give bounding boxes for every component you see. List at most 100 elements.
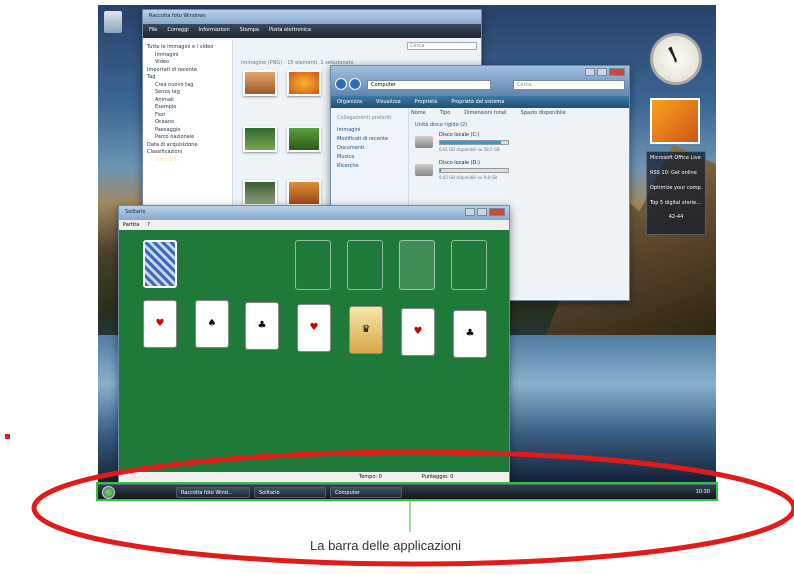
nav-item[interactable]: Immagini (147, 52, 228, 60)
tableau-card-clubs[interactable]: ♣ (453, 310, 487, 358)
organize-menu[interactable]: Organizza (337, 99, 362, 105)
taskbar-button-solitaire[interactable]: Solitario (254, 487, 326, 498)
solitaire-menubar: Partita ? (119, 220, 509, 230)
solitaire-caption-buttons (465, 208, 505, 216)
solitaire-statusbar: Tempo: 0 Punteggio: 0 (119, 472, 509, 482)
back-button[interactable] (335, 78, 347, 90)
feed-item[interactable]: Top 5 digital storie... (650, 200, 702, 206)
photo-thumbnail[interactable] (243, 70, 277, 96)
feed-item[interactable]: Microsoft Office Live (650, 155, 702, 161)
drive-item[interactable]: Disco locale (C:) 6,01 GB disponibili su… (415, 132, 535, 156)
foundation-slot[interactable] (347, 240, 383, 290)
recycle-bin-icon[interactable] (104, 11, 122, 33)
column-header[interactable]: Dimensioni totali (464, 110, 506, 116)
gallery-menu-info[interactable]: Informazioni (199, 27, 230, 35)
nav-item[interactable]: Paesaggio (147, 127, 228, 135)
solitaire-window[interactable]: Solitario Partita ? ♥ ♠ ♣ ♥ ♛ ♥ ♣ Tempo:… (118, 205, 510, 483)
photo-thumbnail[interactable] (243, 126, 277, 152)
photo-thumbnail[interactable] (287, 126, 321, 152)
drive-usage-fill (440, 169, 442, 172)
nav-item[interactable]: Tag (147, 74, 228, 82)
minimize-button[interactable] (465, 208, 475, 216)
view-menu[interactable]: Visualizza (376, 99, 401, 105)
explorer-addressbar: Computer Cerca (331, 66, 629, 96)
drive-group-header[interactable]: Unità disco rigido (2) (415, 122, 467, 128)
drive-usage-bar (439, 168, 509, 173)
photo-thumbnail[interactable] (287, 70, 321, 96)
nav-item[interactable]: Oceano (147, 119, 228, 127)
system-properties-button[interactable]: Proprietà del sistema (451, 99, 504, 105)
help-menu[interactable]: ? (147, 222, 150, 228)
maximize-button[interactable] (597, 68, 607, 76)
photo-thumbnail[interactable] (287, 180, 321, 206)
nav-item[interactable]: Esempio (147, 104, 228, 112)
column-header[interactable]: Tipo (440, 110, 451, 116)
favorite-link[interactable]: Musica (337, 153, 402, 162)
nav-item[interactable]: Animali (147, 97, 228, 105)
tableau-card-hearts[interactable]: ♥ (401, 308, 435, 356)
forward-button[interactable] (349, 78, 361, 90)
gallery-titlebar[interactable]: Raccolta foto Windows (143, 10, 481, 24)
screenshot-stage: Microsoft Office Live RSS 10: Get online… (0, 0, 794, 574)
gallery-menu-print[interactable]: Stampa (240, 27, 259, 35)
nav-item[interactable]: Tutte le immagini e i video (147, 44, 228, 52)
tableau-card-hearts[interactable]: ♥ (143, 300, 177, 348)
nav-item[interactable]: Classificazioni (147, 149, 228, 157)
drive-name: Disco locale (D:) (439, 160, 480, 166)
favorite-link[interactable]: Immagini (337, 126, 402, 135)
explorer-toolbar: Organizza Visualizza Proprietà Proprietà… (331, 96, 629, 108)
taskbar-button-gallery[interactable]: Raccolta foto Wind... (176, 487, 250, 498)
feed-nav[interactable]: 42-44 (650, 214, 702, 220)
taskbar-button-computer[interactable]: Computer (330, 487, 402, 498)
address-input[interactable]: Computer (367, 80, 491, 90)
column-header[interactable]: Nome (411, 110, 426, 116)
photo-thumbnail[interactable] (243, 180, 277, 206)
minimize-button[interactable] (585, 68, 595, 76)
solitaire-titlebar[interactable]: Solitario (119, 206, 509, 220)
favorite-link[interactable]: Ricerche (337, 162, 402, 171)
properties-button[interactable]: Proprietà (415, 99, 438, 105)
drive-usage-fill (440, 141, 502, 144)
explorer-search-input[interactable]: Cerca (513, 80, 625, 90)
highlight-marker (5, 434, 10, 439)
maximize-button[interactable] (477, 208, 487, 216)
stock-pile[interactable] (143, 240, 177, 288)
game-menu[interactable]: Partita (123, 222, 139, 228)
nav-item[interactable]: Parco nazionale (147, 134, 228, 142)
explorer-caption-buttons (585, 68, 625, 76)
drive-space: 9,65 GB disponibili su 9,8 GB (439, 175, 498, 180)
close-button[interactable] (489, 208, 505, 216)
desktop: Microsoft Office Live RSS 10: Get online… (98, 5, 716, 499)
close-button[interactable] (609, 68, 625, 76)
nav-item[interactable]: Importati di recente (147, 67, 228, 75)
favorite-link[interactable]: Documenti (337, 144, 402, 153)
foundation-slot[interactable] (451, 240, 487, 290)
nav-item[interactable]: Fiori (147, 112, 228, 120)
drive-item[interactable]: Disco locale (D:) 9,65 GB disponibili su… (415, 160, 535, 184)
nav-item[interactable]: Senza tag (147, 89, 228, 97)
taskbar[interactable]: Raccolta foto Wind... Solitario Computer… (96, 482, 718, 501)
nav-item[interactable]: Video (147, 59, 228, 67)
tableau-card-spades[interactable]: ♠ (195, 300, 229, 348)
tableau-card-king[interactable]: ♛ (349, 306, 383, 354)
feed-item[interactable]: RSS 10: Get online (650, 170, 702, 176)
gallery-menu-email[interactable]: Posta elettronica (269, 27, 311, 35)
system-tray-clock[interactable]: 10:30 (696, 489, 710, 495)
tableau-card-clubs[interactable]: ♣ (245, 302, 279, 350)
photo-gadget[interactable] (650, 98, 700, 144)
start-button[interactable] (102, 486, 115, 499)
gallery-menu-fix[interactable]: Correggi (167, 27, 188, 35)
gallery-menu-file[interactable]: File (149, 27, 157, 35)
gallery-search-input[interactable]: Cerca (407, 42, 477, 50)
favorite-link[interactable]: Modificati di recente (337, 135, 402, 144)
nav-item[interactable]: Data di acquisizione (147, 142, 228, 150)
rating-stars[interactable]: ☆☆☆☆☆ (147, 157, 228, 165)
clock-gadget[interactable] (650, 33, 702, 85)
column-header[interactable]: Spazio disponibile (521, 110, 566, 116)
tableau-card-hearts[interactable]: ♥ (297, 304, 331, 352)
foundation-slot[interactable] (295, 240, 331, 290)
feed-gadget[interactable]: Microsoft Office Live RSS 10: Get online… (646, 151, 706, 235)
foundation-slot[interactable] (399, 240, 435, 290)
nav-item[interactable]: Crea nuovo tag (147, 82, 228, 90)
feed-item[interactable]: Optimize your comp... (650, 185, 702, 191)
